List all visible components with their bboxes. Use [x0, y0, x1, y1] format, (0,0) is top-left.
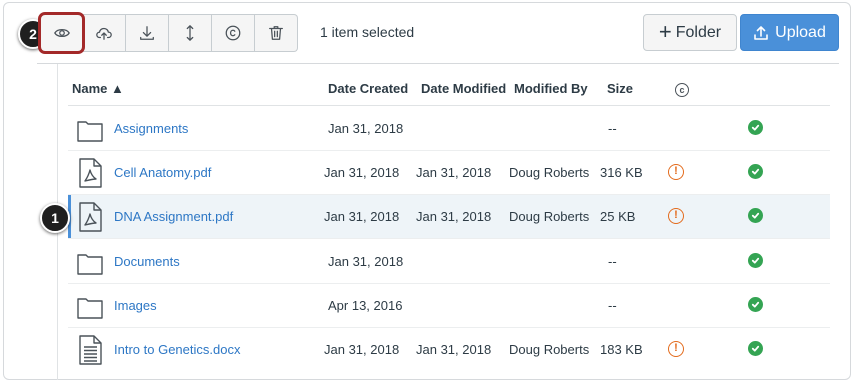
eye-icon: [53, 28, 70, 38]
column-modified-by-header[interactable]: Modified By: [514, 81, 588, 96]
row-divider: [68, 238, 830, 239]
download-button[interactable]: [126, 14, 169, 52]
file-name-link[interactable]: DNA Assignment.pdf: [114, 195, 233, 238]
upload-button[interactable]: Upload: [740, 14, 839, 51]
copyright-icon: [225, 25, 241, 41]
file-name-link[interactable]: Intro to Genetics.docx: [114, 328, 240, 371]
file-size: --: [608, 254, 617, 269]
table-row[interactable]: DNA Assignment.pdf Jan 31, 2018 Jan 31, 20…: [68, 195, 830, 238]
published-check-icon[interactable]: [748, 297, 763, 312]
column-date-created-header[interactable]: Date Created: [328, 81, 408, 96]
published-check-icon[interactable]: [748, 120, 763, 135]
usage-rights-button[interactable]: [212, 14, 255, 52]
table-row[interactable]: Assignments Jan 31, 2018 --: [68, 107, 830, 150]
column-name-header[interactable]: Name ▲: [72, 81, 124, 96]
file-size: 183 KB: [600, 342, 643, 357]
date-created: Jan 31, 2018: [324, 209, 400, 224]
date-created: Jan 31, 2018: [328, 254, 404, 269]
published-check-icon[interactable]: [748, 164, 763, 179]
selection-count: 1 item selected: [320, 24, 415, 40]
folder-icon: [76, 246, 104, 278]
file-toolbar: [38, 12, 298, 54]
date-modified: Jan 31, 2018: [416, 165, 492, 180]
usage-rights-warning-icon[interactable]: !: [668, 208, 684, 224]
file-size: 316 KB: [600, 165, 643, 180]
modified-by: Doug Roberts: [509, 209, 590, 224]
folder-icon: [76, 113, 104, 145]
file-name-link[interactable]: Images: [114, 284, 157, 327]
date-created: Apr 13, 2016: [328, 298, 403, 313]
upload-icon: [754, 25, 768, 40]
file-size: --: [608, 121, 617, 136]
file-name-link[interactable]: Documents: [114, 240, 180, 283]
pdf-file-icon: [76, 157, 104, 189]
download-icon: [140, 26, 154, 40]
usage-rights-warning-icon[interactable]: !: [668, 164, 684, 180]
date-modified: Jan 31, 2018: [416, 209, 492, 224]
date-created: Jan 31, 2018: [328, 121, 404, 136]
table-header: Name ▲ Date Created Date Modified Modifi…: [72, 81, 832, 101]
plus-icon: +: [658, 18, 672, 44]
trash-icon: [269, 26, 283, 40]
folder-icon: [76, 290, 104, 322]
file-name-link[interactable]: Cell Anatomy.pdf: [114, 151, 211, 194]
cloud-icon: [96, 27, 112, 40]
table-row[interactable]: Images Apr 13, 2016 --: [68, 284, 830, 327]
publish-button[interactable]: [83, 14, 126, 52]
upload-button-label: Upload: [775, 23, 826, 41]
pdf-file-icon: [76, 201, 104, 233]
column-date-modified-header[interactable]: Date Modified: [421, 81, 506, 96]
table-row[interactable]: Intro to Genetics.docx Jan 31, 2018 Jan 31…: [68, 328, 830, 371]
file-size: --: [608, 298, 617, 313]
move-button[interactable]: [169, 14, 212, 52]
date-modified: Jan 31, 2018: [416, 342, 492, 357]
folder-button-label: Folder: [675, 23, 722, 41]
table-row[interactable]: Cell Anatomy.pdf Jan 31, 2018 Jan 31, 2018…: [68, 151, 830, 194]
date-created: Jan 31, 2018: [324, 165, 400, 180]
column-size-header[interactable]: Size: [607, 81, 633, 96]
published-check-icon[interactable]: [748, 208, 763, 223]
add-folder-button[interactable]: + Folder: [643, 14, 737, 51]
move-icon: [186, 25, 194, 41]
file-name-link[interactable]: Assignments: [114, 107, 188, 150]
usage-rights-warning-icon[interactable]: !: [668, 341, 684, 357]
preview-button[interactable]: [38, 12, 85, 54]
published-check-icon[interactable]: [748, 253, 763, 268]
table-row[interactable]: Documents Jan 31, 2018 --: [68, 240, 830, 283]
toolbar-divider: [37, 63, 839, 64]
callout-1: 1: [40, 203, 70, 233]
delete-button[interactable]: [255, 14, 298, 52]
modified-by: Doug Roberts: [509, 342, 590, 357]
published-check-icon[interactable]: [748, 341, 763, 356]
date-created: Jan 31, 2018: [324, 342, 400, 357]
usage-rights-column-icon: c: [675, 83, 689, 97]
header-divider: [68, 105, 830, 106]
file-size: 25 KB: [600, 209, 636, 224]
modified-by: Doug Roberts: [509, 165, 590, 180]
document-file-icon: [76, 334, 104, 366]
